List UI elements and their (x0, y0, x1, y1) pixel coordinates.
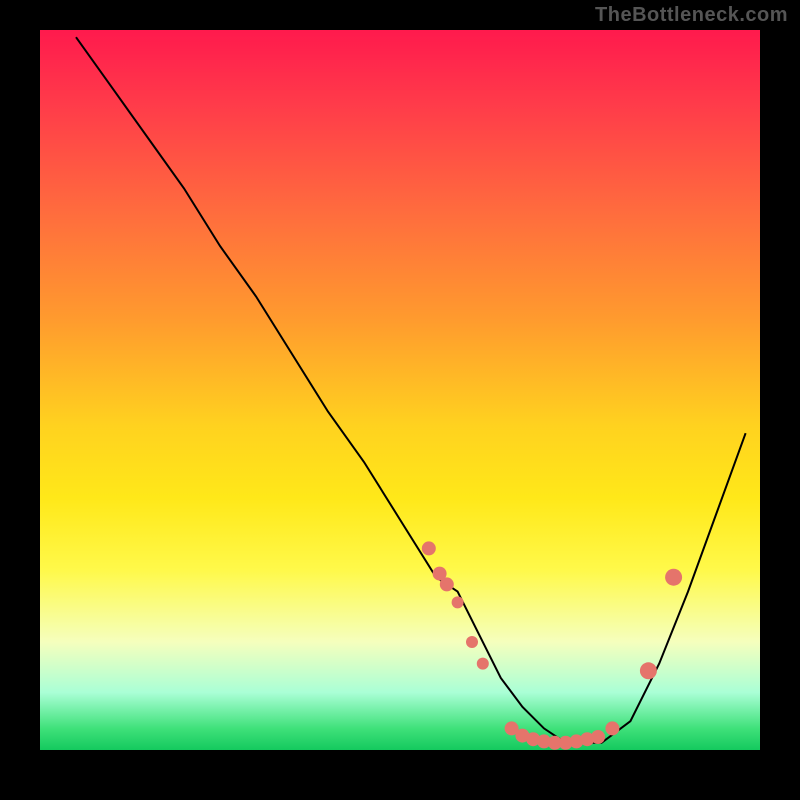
chart-container: TheBottleneck.com (0, 0, 800, 800)
data-point-p15 (591, 730, 605, 744)
data-point-p17 (640, 662, 657, 679)
data-point-p1 (422, 541, 436, 555)
data-point-p5 (466, 636, 478, 648)
plot-area (40, 30, 760, 750)
data-point-p16 (605, 721, 619, 735)
data-point-p3 (440, 577, 454, 591)
data-point-p4 (452, 596, 464, 608)
data-points-group (422, 541, 682, 749)
data-point-p6 (477, 658, 489, 670)
bottleneck-curve-line (76, 37, 746, 743)
watermark-text: TheBottleneck.com (595, 4, 788, 27)
chart-svg (40, 30, 760, 750)
data-point-p18 (665, 569, 682, 586)
